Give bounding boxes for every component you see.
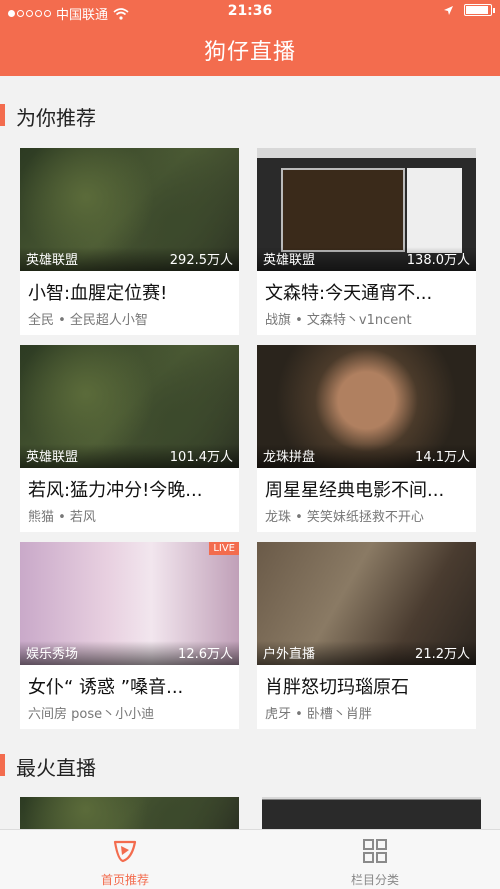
stream-category: 户外直播 bbox=[263, 647, 316, 662]
status-time: 21:36 bbox=[227, 3, 273, 19]
location-arrow-icon bbox=[444, 5, 453, 15]
tab-label: 栏目分类 bbox=[350, 873, 399, 887]
stream-card[interactable]: 英雄联盟 292.5万人 小智:血腥定位赛! 全民 • 全民超人小智 bbox=[20, 148, 239, 335]
section-title-recommended: 为你推荐 bbox=[16, 106, 96, 130]
viewer-count: 12.6万人 bbox=[178, 647, 233, 662]
stream-category: 娱乐秀场 bbox=[26, 647, 79, 662]
viewer-count: 292.5万人 bbox=[169, 253, 233, 268]
stream-thumbnail[interactable] bbox=[262, 797, 481, 829]
grid-icon bbox=[363, 839, 387, 863]
play-logo-icon bbox=[113, 840, 137, 863]
tab-label: 首页推荐 bbox=[100, 873, 149, 887]
viewer-count: 101.4万人 bbox=[169, 450, 233, 465]
viewer-count: 14.1万人 bbox=[415, 450, 470, 465]
stream-thumbnail[interactable] bbox=[20, 797, 239, 829]
section-accent-bar bbox=[0, 754, 5, 776]
stream-card[interactable]: 龙珠拼盘 14.1万人 周星星经典电影不间... 龙珠 • 笑笑妹纸拯救不开心 bbox=[257, 345, 476, 532]
stream-source: 熊猫 • 若风 bbox=[28, 510, 96, 525]
stream-source: 全民 • 全民超人小智 bbox=[28, 313, 148, 328]
stream-thumbnail[interactable]: 英雄联盟 101.4万人 bbox=[20, 345, 239, 468]
stream-card[interactable]: 英雄联盟 138.0万人 文森特:今天通宵不... 战旗 • 文森特丶v1nce… bbox=[257, 148, 476, 335]
stream-title: 肖胖怒切玛瑙原石 bbox=[265, 677, 409, 698]
stream-category: 英雄联盟 bbox=[26, 450, 79, 465]
tab-home-recommend[interactable]: 首页推荐 bbox=[0, 830, 250, 889]
stream-thumbnail[interactable]: 户外直播 21.2万人 bbox=[257, 542, 476, 665]
stream-thumbnail[interactable]: 龙珠拼盘 14.1万人 bbox=[257, 345, 476, 468]
stream-thumbnail[interactable]: 英雄联盟 292.5万人 bbox=[20, 148, 239, 271]
stream-category: 龙珠拼盘 bbox=[263, 450, 316, 465]
section-header-recommended: 为你推荐 bbox=[0, 100, 500, 130]
stream-category: 英雄联盟 bbox=[263, 253, 316, 268]
stream-card[interactable]: 户外直播 21.2万人 肖胖怒切玛瑙原石 虎牙 • 卧槽丶肖胖 bbox=[257, 542, 476, 729]
stream-title: 小智:血腥定位赛! bbox=[28, 283, 168, 304]
section-title-hottest: 最火直播 bbox=[16, 756, 96, 780]
stream-thumbnail[interactable]: 英雄联盟 138.0万人 bbox=[257, 148, 476, 271]
top-nav-bar: 狗仔直播 bbox=[0, 24, 500, 76]
section-header-hottest: 最火直播 bbox=[0, 750, 500, 780]
app-title: 狗仔直播 bbox=[203, 40, 296, 65]
status-bar: 中国联通 21:36 bbox=[0, 0, 500, 24]
stream-card-partial[interactable] bbox=[20, 797, 239, 829]
battery-icon bbox=[464, 4, 495, 16]
stream-card-partial[interactable] bbox=[262, 797, 481, 829]
bottom-tab-bar: 首页推荐 栏目分类 bbox=[0, 829, 500, 889]
viewer-count: 21.2万人 bbox=[415, 647, 470, 662]
stream-source: 龙珠 • 笑笑妹纸拯救不开心 bbox=[265, 510, 424, 525]
viewer-count: 138.0万人 bbox=[406, 253, 470, 268]
stream-thumbnail[interactable]: LIVE 娱乐秀场 12.6万人 bbox=[20, 542, 239, 665]
stream-card[interactable]: LIVE 娱乐秀场 12.6万人 女仆“ 诱惑 ”嗓音... 六间房 pose丶… bbox=[20, 542, 239, 729]
stream-title: 周星星经典电影不间... bbox=[265, 480, 445, 501]
stream-source: 虎牙 • 卧槽丶肖胖 bbox=[265, 707, 372, 722]
section-accent-bar bbox=[0, 104, 5, 126]
stream-source: 战旗 • 文森特丶v1ncent bbox=[265, 313, 412, 328]
stream-category: 英雄联盟 bbox=[26, 253, 79, 268]
live-badge: LIVE bbox=[209, 542, 239, 555]
stream-title: 文森特:今天通宵不... bbox=[265, 283, 433, 304]
tab-categories[interactable]: 栏目分类 bbox=[250, 830, 500, 889]
stream-card[interactable]: 英雄联盟 101.4万人 若风:猛力冲分!今晚... 熊猫 • 若风 bbox=[20, 345, 239, 532]
status-right bbox=[443, 4, 495, 16]
stream-title: 女仆“ 诱惑 ”嗓音... bbox=[28, 677, 184, 698]
stream-title: 若风:猛力冲分!今晚... bbox=[28, 480, 203, 501]
stream-source: 六间房 pose丶小小迪 bbox=[28, 707, 155, 722]
